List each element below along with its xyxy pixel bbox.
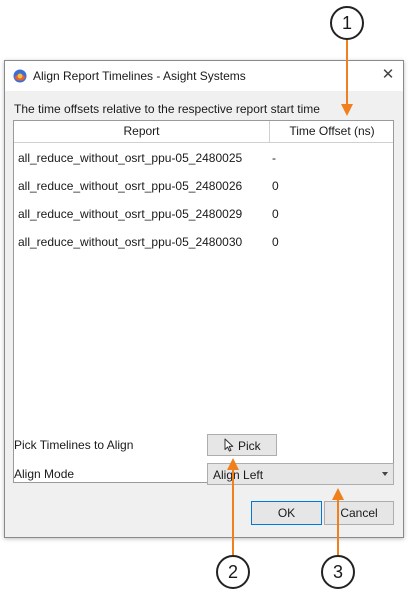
callout-1-arrowhead — [341, 104, 353, 116]
callout-2: 2 — [216, 555, 250, 589]
callout-1: 1 — [330, 6, 364, 40]
callout-3-arrowhead — [332, 488, 344, 500]
annotation-arrows — [227, 40, 353, 555]
callout-3: 3 — [321, 555, 355, 589]
callout-2-arrowhead — [227, 458, 239, 470]
